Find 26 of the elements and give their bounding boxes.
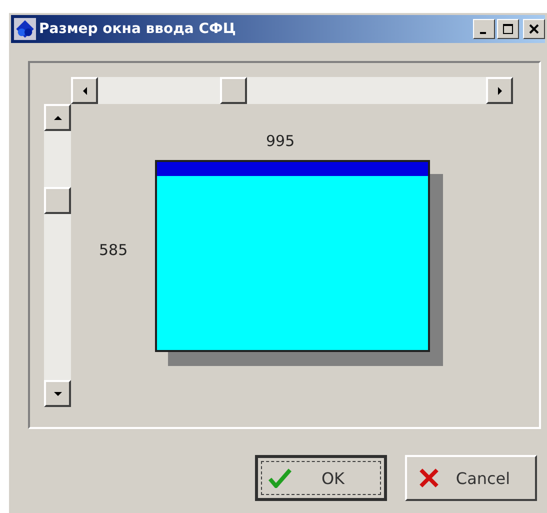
close-icon (529, 24, 539, 34)
scroll-right-button[interactable] (486, 77, 513, 104)
minimize-icon (480, 32, 486, 34)
minimize-button[interactable] (473, 19, 495, 39)
down-arrow-icon (54, 390, 62, 398)
right-arrow-icon (496, 86, 504, 94)
scroll-down-button[interactable] (44, 380, 71, 407)
scroll-left-button[interactable] (71, 77, 98, 104)
scroll-up-button[interactable] (44, 104, 71, 131)
up-arrow-icon (54, 114, 62, 122)
window-title: Размер окна ввода СФЦ (39, 21, 237, 37)
maximize-button[interactable] (497, 19, 519, 39)
width-value: 995 (266, 132, 295, 150)
ok-button[interactable]: OK (255, 455, 387, 501)
close-button[interactable] (523, 19, 545, 39)
checkmark-icon (268, 468, 292, 488)
vertical-scrollbar[interactable] (44, 104, 71, 407)
height-value: 585 (99, 241, 128, 259)
cancel-button[interactable]: Cancel (405, 455, 537, 501)
app-icon (14, 18, 36, 40)
cross-icon (417, 468, 441, 488)
horizontal-scrollbar[interactable] (71, 77, 513, 104)
left-arrow-icon (80, 86, 88, 94)
scroll-thumb[interactable] (220, 77, 247, 104)
scroll-thumb[interactable] (44, 187, 71, 214)
maximize-icon (503, 24, 513, 34)
